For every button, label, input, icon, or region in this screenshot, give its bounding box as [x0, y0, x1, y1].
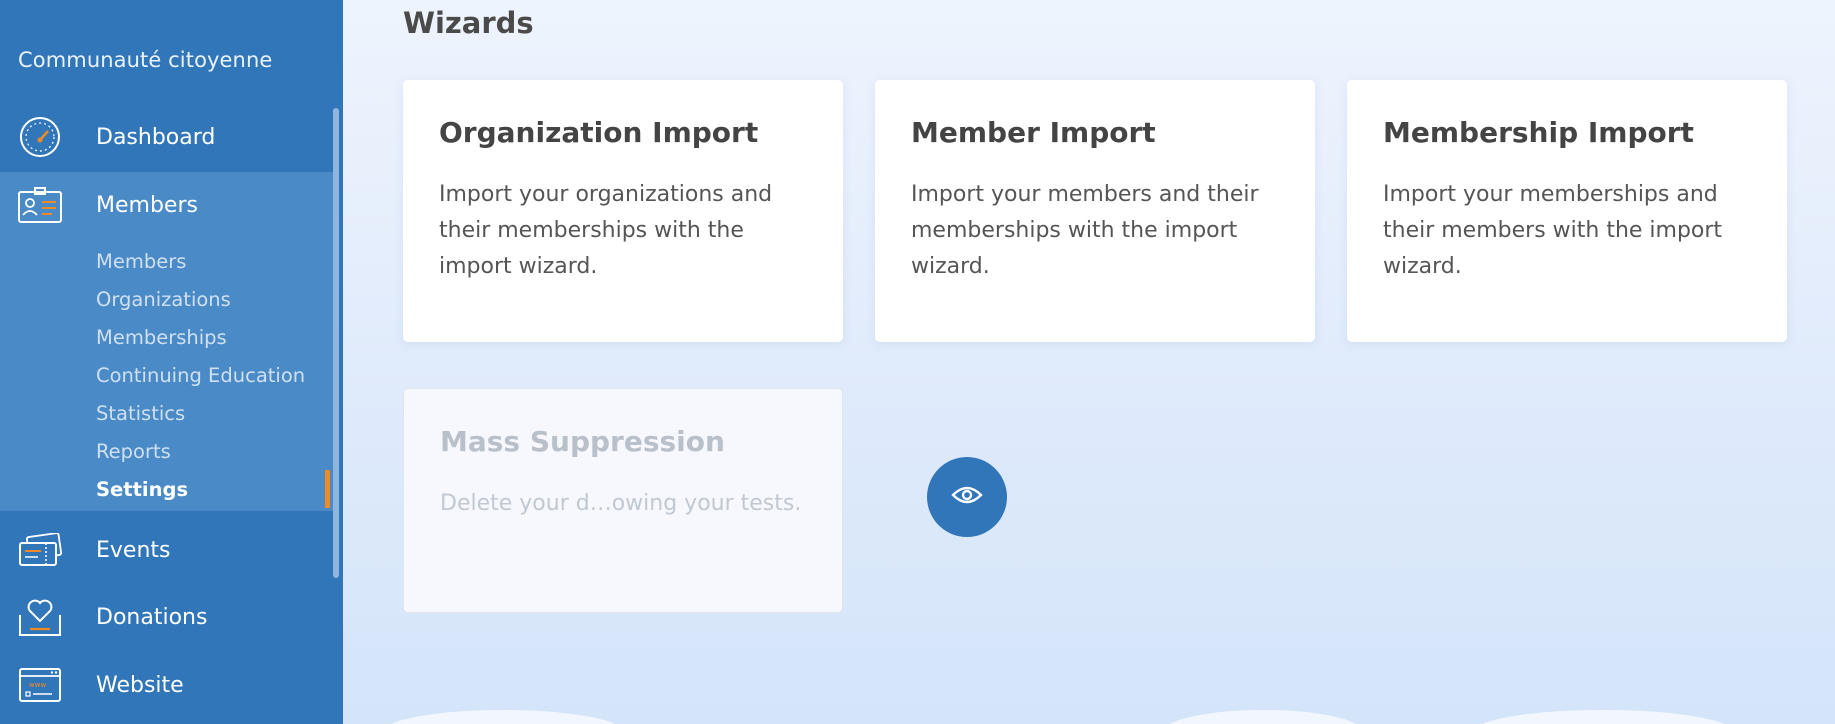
sidebar-item-members[interactable]: Members: [0, 172, 333, 240]
submenu-item-organizations[interactable]: Organizations: [96, 288, 231, 311]
card-description: Delete your d…owing your tests.: [440, 491, 802, 516]
sidebar-item-label: Events: [96, 537, 171, 563]
sidebar-item-label: Donations: [96, 604, 208, 630]
sidebar-item-label: Dashboard: [96, 124, 216, 150]
sidebar-item-label: Members: [96, 192, 198, 218]
sidebar: Communauté citoyenne Dashboard Members M…: [0, 0, 343, 724]
membership-import-card[interactable]: Membership Import Import your membership…: [1347, 80, 1787, 342]
sidebar-scrollbar[interactable]: [333, 108, 339, 578]
member-import-card[interactable]: Member Import Import your members and th…: [875, 80, 1315, 342]
background-cloud: [383, 710, 623, 724]
sidebar-item-label: Website: [96, 672, 184, 698]
submenu-item-memberships[interactable]: Memberships: [96, 326, 227, 349]
background-cloud: [1163, 710, 1363, 724]
svg-text:www: www: [29, 681, 46, 689]
members-submenu: Members Organizations Memberships Contin…: [0, 236, 333, 511]
sidebar-item-dashboard[interactable]: Dashboard: [0, 104, 333, 170]
browser-window-icon: www: [18, 665, 62, 705]
organization-import-card[interactable]: Organization Import Import your organiza…: [403, 80, 843, 342]
background-cloud: [1473, 710, 1733, 724]
submenu-item-continuing-education[interactable]: Continuing Education: [96, 364, 305, 387]
submenu-item-members[interactable]: Members: [96, 250, 186, 273]
main-content: Wizards Organization Import Import your …: [343, 0, 1835, 724]
card-title: Organization Import: [439, 116, 759, 149]
sidebar-item-events[interactable]: Events: [0, 517, 333, 583]
card-description: Import your memberships and their member…: [1383, 182, 1723, 279]
submenu-item-reports[interactable]: Reports: [96, 440, 171, 463]
card-title: Member Import: [911, 116, 1156, 149]
card-title: Mass Suppression: [440, 425, 725, 458]
tickets-icon: [18, 530, 62, 570]
eye-icon: [951, 484, 983, 510]
sidebar-item-website[interactable]: www Website: [0, 652, 333, 718]
card-title: Membership Import: [1383, 116, 1694, 149]
section-title: Wizards: [403, 6, 534, 40]
card-description: Import your members and their membership…: [911, 182, 1259, 279]
mass-suppression-card[interactable]: Mass Suppression Delete your d…owing you…: [403, 388, 843, 613]
sidebar-item-donations[interactable]: Donations: [0, 584, 333, 650]
preview-button[interactable]: [927, 457, 1007, 537]
speedometer-icon: [18, 117, 62, 157]
organization-name: Communauté citoyenne: [18, 48, 273, 72]
submenu-item-statistics[interactable]: Statistics: [96, 402, 185, 425]
card-description: Import your organizations and their memb…: [439, 182, 773, 279]
id-card-icon: [18, 185, 62, 225]
heart-box-icon: [18, 597, 62, 637]
submenu-item-settings[interactable]: Settings: [96, 478, 188, 501]
current-page-marker: [325, 470, 330, 508]
